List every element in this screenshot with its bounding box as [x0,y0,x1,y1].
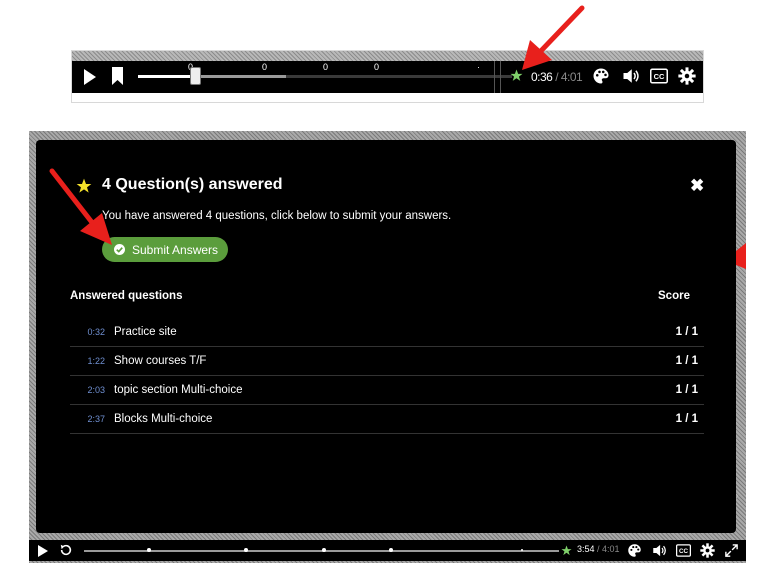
top-question-marker[interactable]: 0 [374,62,379,72]
top-player-hatch [72,51,703,61]
bookmark-icon[interactable] [112,67,123,85]
top-total-time: 4:01 [560,70,583,84]
rewind-icon[interactable] [59,543,73,557]
answered-questions-list: 0:32 Practice site 1 / 1 1:22 Show cours… [70,318,704,434]
top-current-time: 0:36 [531,70,553,84]
question-row[interactable]: 2:37 Blocks Multi-choice 1 / 1 [70,405,704,434]
top-divider [494,61,495,93]
cc-icon[interactable]: CC [650,67,668,85]
play-icon[interactable] [38,545,48,557]
close-icon[interactable]: ✖ [690,176,704,196]
question-score: 1 / 1 [675,384,698,396]
top-time-display: 0:36 / 4:01 [531,70,583,84]
bottom-total-time: 4:01 [602,544,620,554]
question-score: 1 / 1 [675,355,698,367]
svg-text:CC: CC [654,72,665,81]
svg-text:CC: CC [679,548,689,555]
question-time[interactable]: 2:37 [70,414,114,424]
top-question-marker[interactable]: 0 [323,62,328,72]
question-label: topic section Multi-choice [114,384,243,396]
gear-icon[interactable] [678,67,696,85]
star-icon[interactable] [510,69,523,82]
top-progress-remaining[interactable] [286,75,512,78]
gear-icon[interactable] [700,543,715,558]
question-score: 1 / 1 [675,413,698,425]
top-progress-handle[interactable] [190,67,201,85]
play-icon[interactable] [83,68,97,86]
bottom-question-marker[interactable] [244,548,248,552]
bottom-question-marker[interactable] [389,548,393,552]
top-question-marker[interactable]: · [477,62,480,72]
answered-questions-dialog: 4 Question(s) answered ✖ You have answer… [36,140,736,533]
top-question-marker[interactable]: 0 [262,62,267,72]
dialog-description: You have answered 4 questions, click bel… [102,210,452,222]
bottom-question-marker[interactable] [322,548,326,552]
top-progress-played[interactable] [138,75,196,78]
question-score: 1 / 1 [675,326,698,338]
cc-icon[interactable]: CC [676,543,691,558]
top-divider [500,61,501,93]
question-row[interactable]: 1:22 Show courses T/F 1 / 1 [70,347,704,376]
fullscreen-icon[interactable] [724,543,739,558]
screenshot-stage: 0 0 0 0 · 0:36 / 4:01 CC › 4 Question(s)… [0,0,779,573]
bottom-time-display: 3:54 / 4:01 [577,544,620,554]
top-time-separator: / [552,70,561,84]
question-time[interactable]: 1:22 [70,356,114,366]
submit-answers-label: Submit Answers [132,242,219,257]
question-label: Show courses T/F [114,355,207,367]
bottom-current-time: 3:54 [577,544,595,554]
question-label: Practice site [114,326,177,338]
star-icon [76,178,92,193]
dialog-title: 4 Question(s) answered [102,176,283,193]
top-player-frame: 0 0 0 0 · 0:36 / 4:01 CC [71,50,704,103]
side-annotation-shape [736,243,746,269]
question-row[interactable]: 2:03 topic section Multi-choice 1 / 1 [70,376,704,405]
top-progress-buffered[interactable] [196,75,286,78]
volume-icon[interactable] [652,543,667,558]
bottom-time-separator: / [594,544,603,554]
question-time[interactable]: 0:32 [70,327,114,337]
star-icon[interactable] [561,545,572,556]
answered-questions-heading: Answered questions [70,290,183,302]
palette-icon[interactable] [627,543,642,558]
question-row[interactable]: 0:32 Practice site 1 / 1 [70,318,704,347]
bottom-question-marker[interactable] [521,549,523,551]
score-heading: Score [658,290,690,302]
check-circle-icon [114,244,125,255]
submit-answers-button[interactable]: Submit Answers [102,237,228,262]
volume-icon[interactable] [622,67,640,85]
bottom-player-controls: 3:54 / 4:01 CC [29,540,746,561]
question-label: Blocks Multi-choice [114,413,213,425]
bottom-question-marker[interactable] [147,548,151,552]
top-player-controls: 0 0 0 0 · 0:36 / 4:01 CC [72,61,703,93]
question-time[interactable]: 2:03 [70,385,114,395]
palette-icon[interactable] [592,67,610,85]
